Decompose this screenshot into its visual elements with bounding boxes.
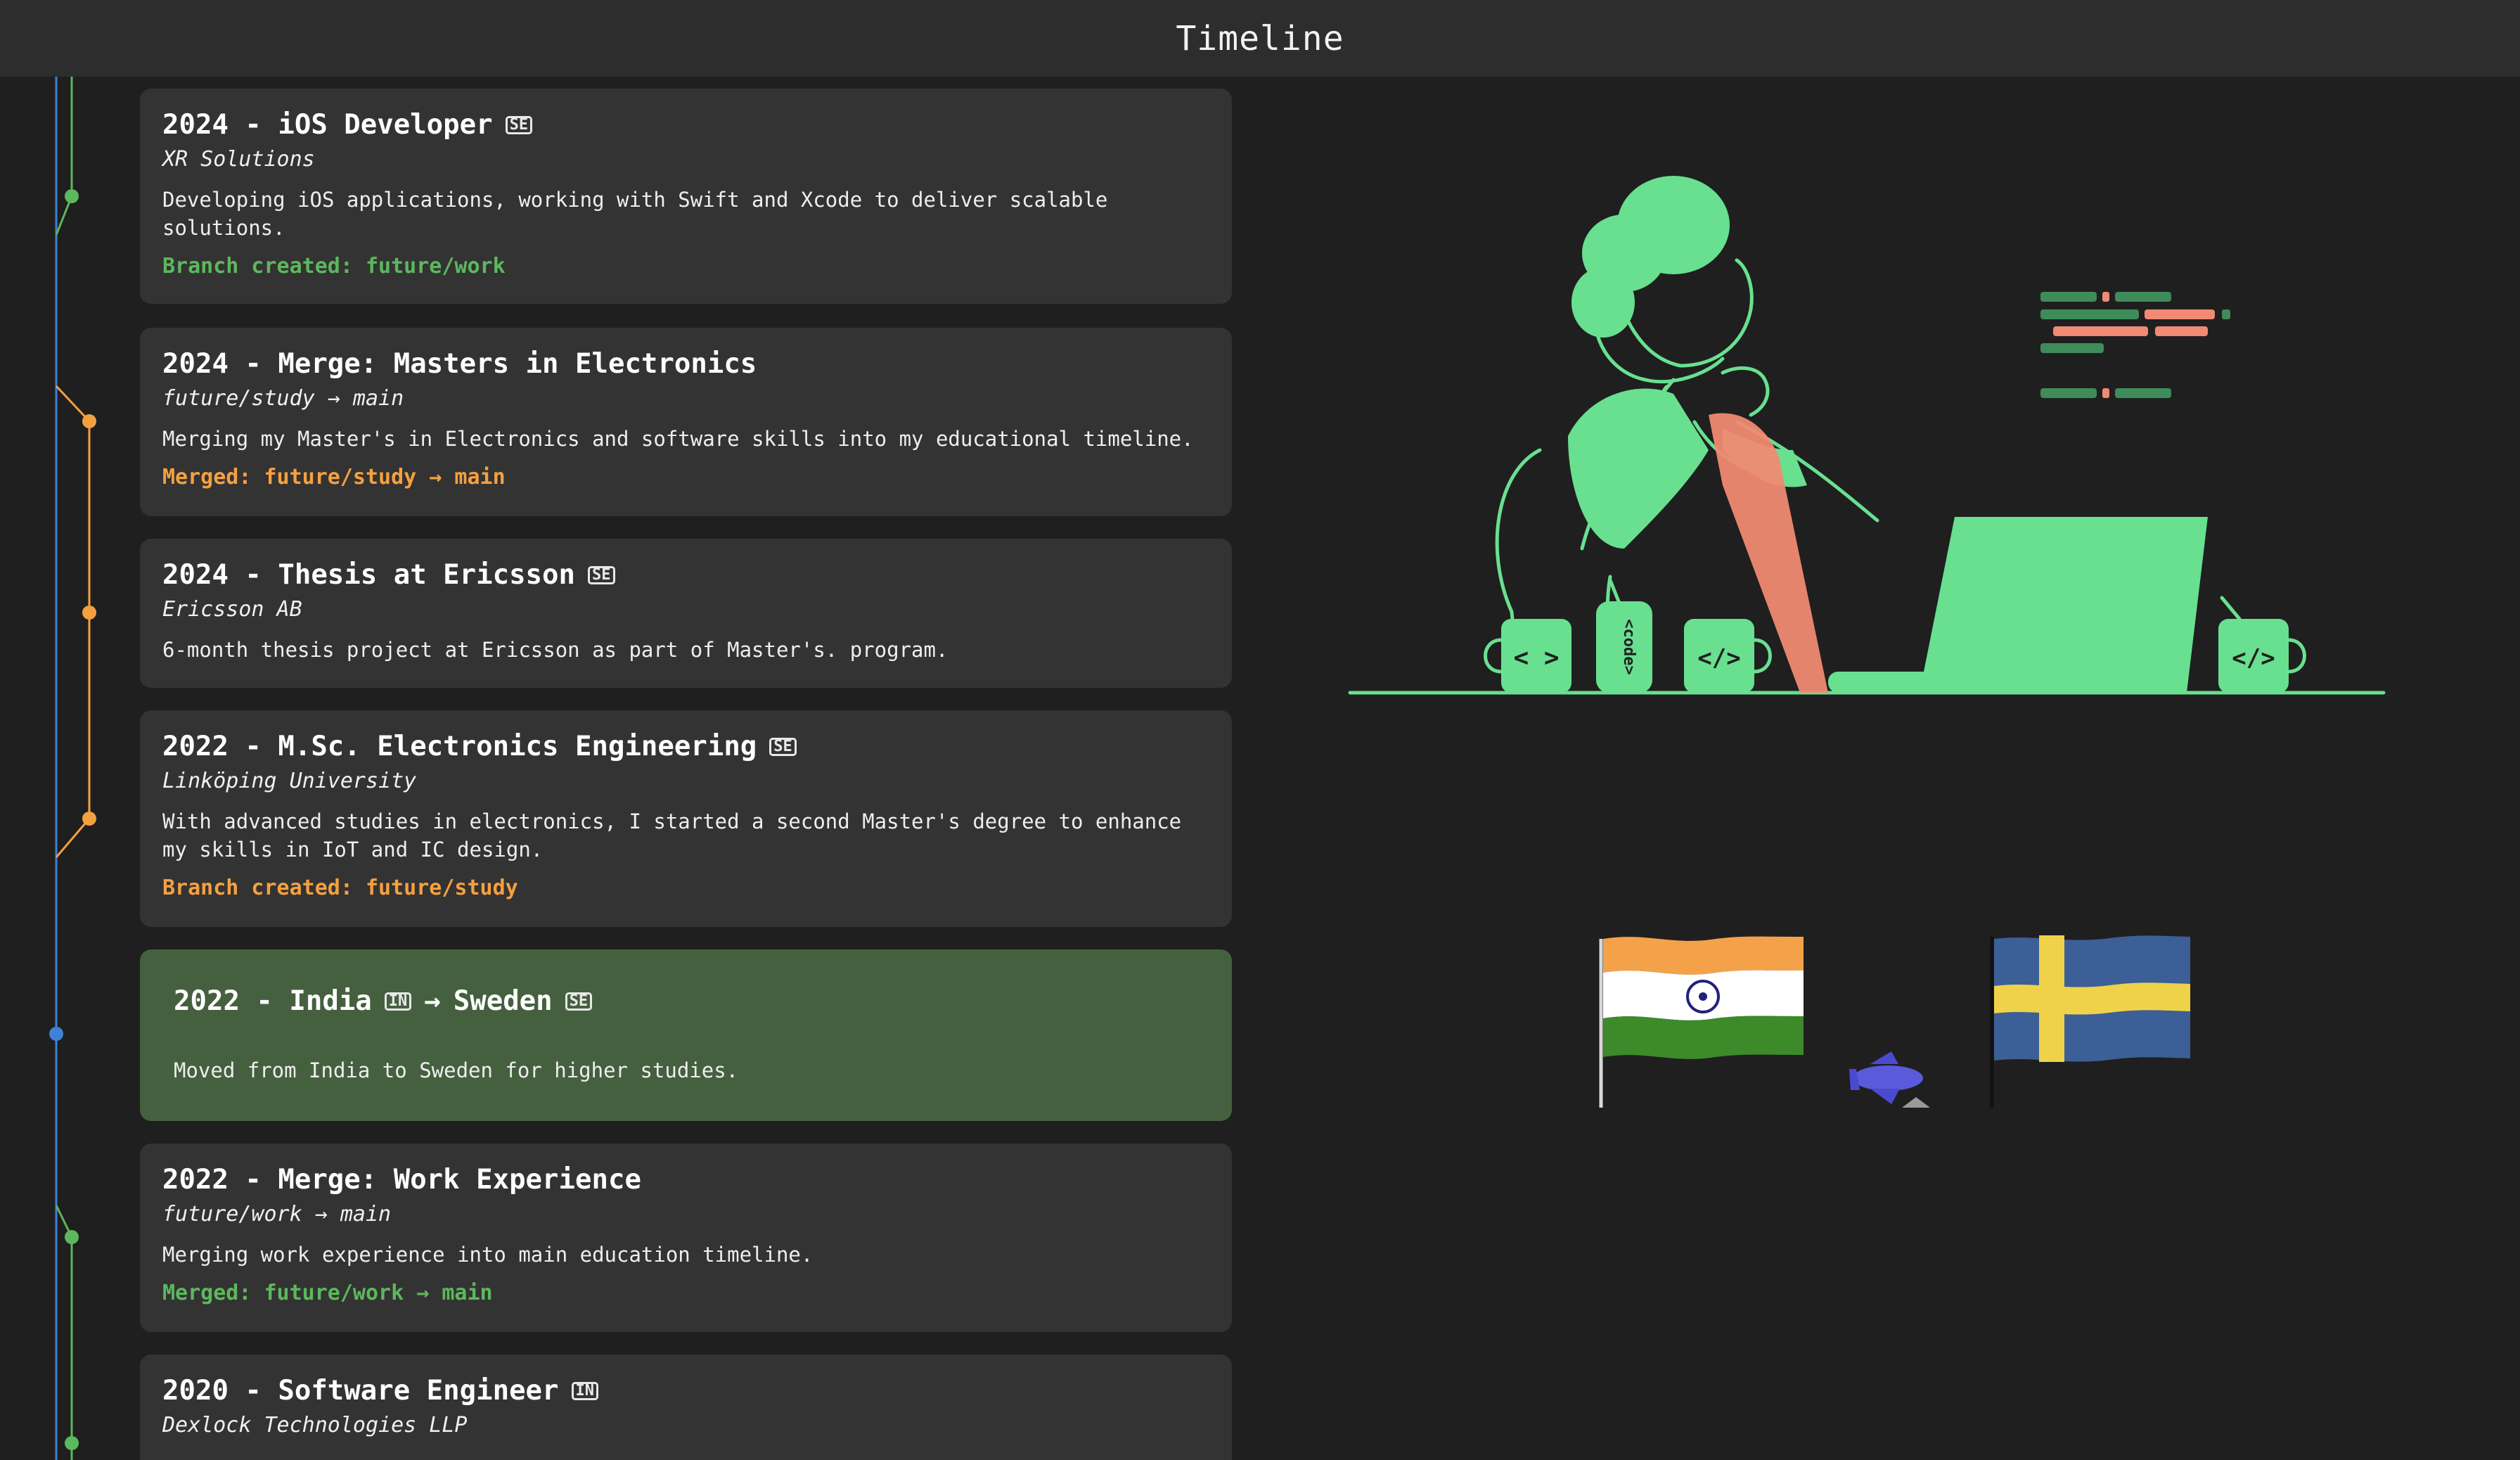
entry-title-to: Sweden <box>453 985 553 1017</box>
timeline-entry-msc[interactable]: 2022 - M.Sc. Electronics Engineering SE … <box>140 710 1232 927</box>
flags-illustration <box>1599 935 2190 1108</box>
laptop-base <box>1828 672 2053 693</box>
entry-title-text: 2020 - Software Engineer <box>162 1375 559 1407</box>
code-line-icon <box>2145 309 2215 319</box>
entry-organization: Dexlock Technologies LLP <box>162 1413 468 1437</box>
developer-illustration: < > </> </> <code> <box>1348 176 2386 695</box>
code-line-icon <box>2155 326 2208 336</box>
mug-right-label: </> <box>2232 644 2275 672</box>
entry-branch-status: Branch created: future/work <box>162 254 506 278</box>
code-line-icon <box>2040 292 2097 302</box>
entry-organization: future/study → main <box>162 386 404 411</box>
entry-title: 2020 - Software Engineer IN <box>162 1376 1209 1407</box>
timeline-entry-merge-work[interactable]: 2022 - Merge: Work Experience future/wor… <box>140 1144 1232 1332</box>
entry-organization: future/work → main <box>162 1202 392 1227</box>
entry-title: 2022 - Merge: Work Experience <box>162 1165 1209 1196</box>
entry-organization: Ericsson AB <box>162 597 302 622</box>
code-line-icon <box>2040 388 2097 398</box>
commit-dot-merge-work[interactable] <box>65 1230 79 1244</box>
person-shirt <box>1568 388 1709 549</box>
commit-dot-thesis[interactable] <box>82 606 96 620</box>
entry-description: Developing iOS applications, working wit… <box>162 188 1108 240</box>
entry-description: With advanced studies in electronics, I … <box>162 809 1182 862</box>
code-line-icon <box>2115 292 2171 302</box>
entry-title-text: 2022 - M.Sc. Electronics Engineering <box>162 731 757 762</box>
code-line-icon <box>2222 309 2230 319</box>
entry-title: 2022 - India IN → Sweden SE <box>174 986 1198 1017</box>
india-flag-icon <box>1599 936 1804 1108</box>
commit-dot-software-engineer[interactable] <box>65 1436 79 1450</box>
entry-description: Merging work experience into main educat… <box>162 1243 814 1267</box>
entry-description: Merging my Master's in Electronics and s… <box>162 427 1194 451</box>
code-line-icon <box>2040 343 2104 353</box>
can-label: <code> <box>1620 619 1638 674</box>
code-line-icon <box>2102 388 2109 398</box>
flag-icon: IN <box>571 1382 599 1400</box>
code-line-icon <box>2115 388 2171 398</box>
work-branch-line-top <box>55 77 73 236</box>
entry-title: 2024 - iOS Developer SE <box>162 110 1209 141</box>
entry-title-text: 2024 - Merge: Masters in Electronics <box>162 348 757 380</box>
entry-branch-status: Merged: future/study → main <box>162 465 506 489</box>
entry-title-from: 2022 - India <box>174 985 372 1017</box>
mug-mid-label: </> <box>1697 644 1740 672</box>
timeline-entry-move-to-sweden[interactable]: 2022 - India IN → Sweden SE Moved from I… <box>140 949 1232 1121</box>
commit-dot-ios[interactable] <box>65 189 79 203</box>
study-branch-line <box>55 385 91 858</box>
entry-branch-status: Branch created: future/study <box>162 876 518 900</box>
entry-title-text: 2024 - iOS Developer <box>162 109 493 141</box>
sweden-flag-icon <box>1990 935 2190 1108</box>
flag-icon: SE <box>565 992 593 1011</box>
flag-icon: IN <box>384 992 412 1011</box>
steam-line <box>2220 596 2242 621</box>
code-line-icon <box>2102 292 2109 302</box>
commit-dot-msc[interactable] <box>82 812 96 826</box>
entry-organization: Linköping University <box>162 769 417 793</box>
timeline-entry-software-engineer[interactable]: 2020 - Software Engineer IN Dexlock Tech… <box>140 1355 1232 1460</box>
entry-title-text: 2022 - Merge: Work Experience <box>162 1164 641 1196</box>
flag-icon: SE <box>505 116 533 134</box>
entry-branch-status: Merged: future/work → main <box>162 1281 493 1305</box>
entry-title: 2022 - M.Sc. Electronics Engineering SE <box>162 731 1209 762</box>
airplane-icon <box>1849 1051 1930 1108</box>
mug-left-handle <box>1484 638 1503 674</box>
timeline-rail <box>49 77 96 1460</box>
page-title: Timeline <box>1176 18 1344 58</box>
person-hand-cup <box>1721 366 1770 417</box>
timeline-entry-merge-masters[interactable]: 2024 - Merge: Masters in Electronics fut… <box>140 328 1232 516</box>
timeline-entry-ios-developer[interactable]: 2024 - iOS Developer SE XR Solutions Dev… <box>140 89 1232 304</box>
mug-right-handle <box>2287 638 2306 674</box>
straw-line <box>1608 578 1621 603</box>
page-header: Timeline <box>0 0 2520 77</box>
commit-dot-merge-masters[interactable] <box>82 414 96 428</box>
arrow-icon: → <box>424 985 441 1017</box>
mug-left-label: < > <box>1513 643 1559 672</box>
person-hair-3 <box>1571 267 1635 338</box>
entry-title: 2024 - Merge: Masters in Electronics <box>162 349 1209 380</box>
entry-title-text: 2024 - Thesis at Ericsson <box>162 559 575 591</box>
mug-mid-handle <box>1752 638 1772 674</box>
entry-title: 2024 - Thesis at Ericsson SE <box>162 560 1209 591</box>
flag-icon: SE <box>769 738 797 756</box>
laptop-screen <box>1920 517 2208 693</box>
code-line-icon <box>2040 309 2139 319</box>
flag-icon: SE <box>588 566 615 584</box>
entry-organization: XR Solutions <box>162 147 315 172</box>
entry-description: Moved from India to Sweden for higher st… <box>174 1058 739 1082</box>
timeline-entry-thesis[interactable]: 2024 - Thesis at Ericsson SE Ericsson AB… <box>140 539 1232 688</box>
commit-dot-move[interactable] <box>49 1027 63 1041</box>
entry-description: 6-month thesis project at Ericsson as pa… <box>162 638 949 662</box>
code-line-icon <box>2053 326 2148 336</box>
